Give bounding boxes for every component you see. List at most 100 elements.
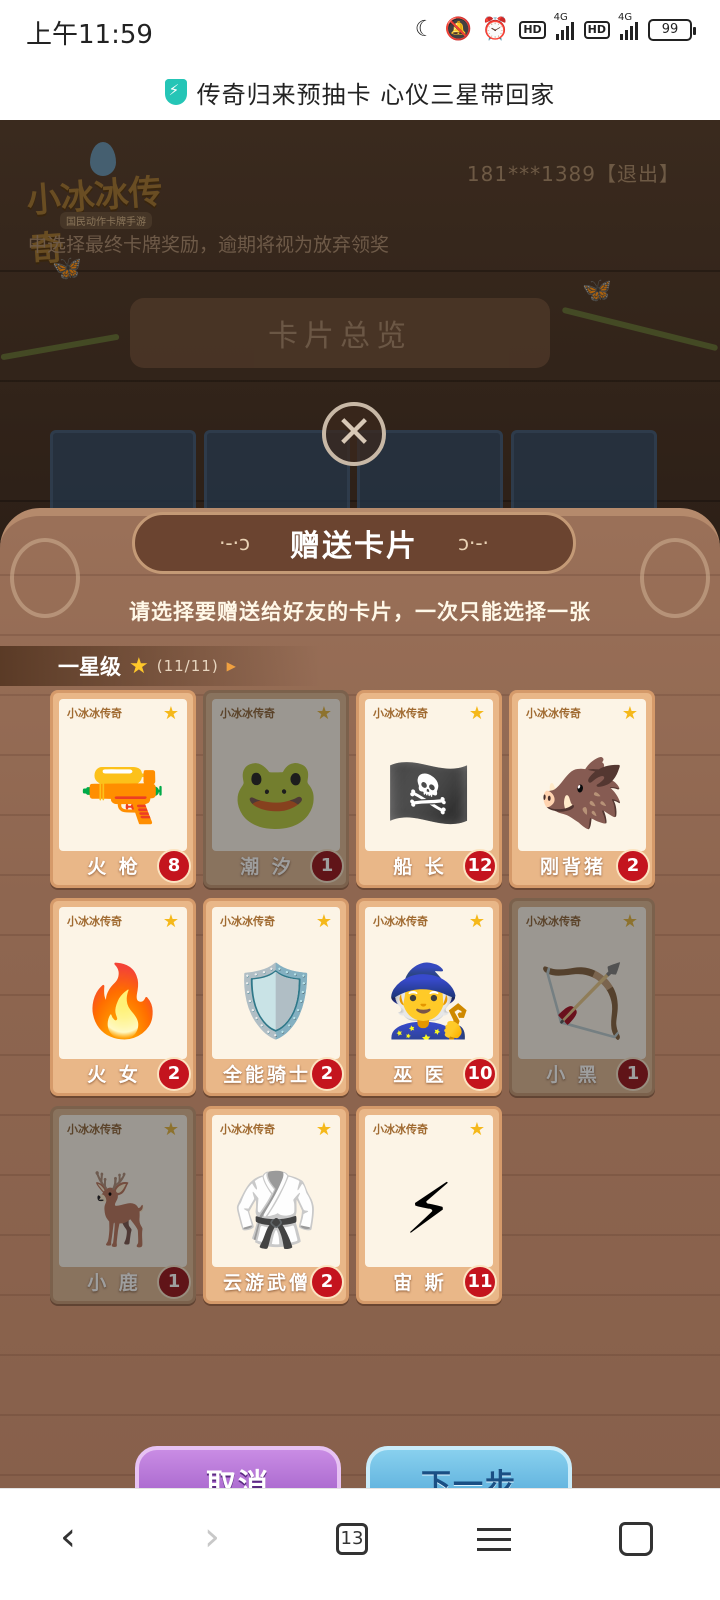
hd-badge: HD — [519, 21, 546, 39]
back-button[interactable]: ‹ — [28, 1507, 108, 1567]
moon-icon: ☾ — [414, 17, 435, 42]
card-art-area: 小冰冰传奇 ★ 🐸 — [212, 699, 340, 851]
menu-button[interactable] — [454, 1507, 534, 1567]
hero-card[interactable]: 小冰冰传奇 ★ 🧙 巫 医 10 — [356, 898, 502, 1096]
card-count-badge: 1 — [616, 1057, 650, 1091]
hero-portrait: 🥋 — [232, 1168, 320, 1251]
signal-icon-2: 4G — [618, 12, 638, 40]
tier-header[interactable]: 一星级 ★ (11/11) ▶ — [0, 646, 320, 686]
card-art-area: 小冰冰传奇 ★ 🧙 — [365, 907, 493, 1059]
card-art-area: 小冰冰传奇 ★ 🔥 — [59, 907, 187, 1059]
card-count-badge: 2 — [310, 1265, 344, 1299]
game-logo: 小冰冰传奇 国民动作卡牌手游 — [25, 142, 178, 270]
card-name: 巫 医 — [393, 1064, 447, 1086]
hero-card[interactable]: 小冰冰传奇 ★ 🐗 刚背猪 2 — [509, 690, 655, 888]
card-name: 船 长 — [393, 856, 447, 878]
hero-card[interactable]: 小冰冰传奇 ★ 🛡️ 全能骑士 2 — [203, 898, 349, 1096]
hero-portrait: 🏹 — [538, 960, 626, 1043]
hero-card[interactable]: 小冰冰传奇 ★ 🐸 潮 汐 1 — [203, 690, 349, 888]
tabs-icon: 13 — [336, 1523, 368, 1555]
status-icons: ☾ 🔕 ⏰ HD 4G HD 4G 99 — [414, 12, 696, 42]
mini-logo: 小冰冰传奇 — [373, 707, 428, 720]
card-count-badge: 8 — [157, 849, 191, 883]
card-art-area: 小冰冰传奇 ★ 🐗 — [518, 699, 646, 851]
instruction-text: 请选择要赠送给好友的卡片，一次只能选择一张 — [129, 600, 591, 624]
card-count-badge: 10 — [463, 1057, 497, 1091]
hero-card[interactable]: 小冰冰传奇 ★ 🔥 火 女 2 — [50, 898, 196, 1096]
hero-portrait: 🐸 — [232, 752, 320, 835]
star-icon: ★ — [315, 1119, 332, 1140]
forward-button[interactable]: › — [172, 1507, 252, 1567]
page-title: 传奇归来预抽卡 心仪三星带回家 — [196, 80, 556, 109]
hero-portrait: 🦌 — [79, 1168, 167, 1251]
star-icon: ★ — [621, 911, 638, 932]
alarm-icon: ⏰ — [481, 17, 510, 42]
card-art-area: 小冰冰传奇 ★ 🛡️ — [212, 907, 340, 1059]
scroll-ornament-icon: ·-·ↄ — [219, 531, 250, 555]
hero-card[interactable]: 小冰冰传奇 ★ 🏹 小 黑 1 — [509, 898, 655, 1096]
card-art-area: 小冰冰传奇 ★ 🏴‍☠️ — [365, 699, 493, 851]
mini-logo: 小冰冰传奇 — [526, 915, 581, 928]
hero-portrait: 🐗 — [538, 752, 626, 835]
hero-card[interactable]: 小冰冰传奇 ★ ⚡ 宙 斯 11 — [356, 1106, 502, 1304]
star-icon: ★ — [129, 653, 149, 679]
mini-logo: 小冰冰传奇 — [220, 707, 275, 720]
star-icon: ★ — [315, 911, 332, 932]
card-name: 小 鹿 — [87, 1272, 141, 1294]
hero-portrait: 🧙 — [385, 960, 473, 1043]
browser-nav-bar: ‹ › 13 — [0, 1488, 720, 1600]
star-icon: ★ — [162, 703, 179, 724]
gift-card-dialog: ·-·ↄ 赠送卡片 ↄ·-· 请选择要赠送给好友的卡片，一次只能选择一张 一星级… — [0, 508, 720, 1488]
card-count-badge: 12 — [463, 849, 497, 883]
home-icon — [619, 1522, 653, 1556]
game-page: 小冰冰传奇 国民动作卡牌手游 181***1389【退出】 中选择最终卡牌奖励，… — [0, 120, 720, 1488]
dialog-title: ·-·ↄ 赠送卡片 ↄ·-· — [132, 512, 576, 574]
bell-off-icon: 🔕 — [444, 17, 472, 42]
mini-logo: 小冰冰传奇 — [373, 1123, 428, 1136]
star-icon: ★ — [162, 1119, 179, 1140]
mini-logo: 小冰冰传奇 — [373, 915, 428, 928]
status-time: 上午11:59 — [26, 20, 153, 50]
hero-portrait: 🛡️ — [232, 960, 320, 1043]
chevron-left-icon: ‹ — [60, 1514, 76, 1560]
cancel-button[interactable]: 取消 — [135, 1446, 341, 1488]
security-shield-icon — [164, 79, 187, 105]
hd-badge-2: HD — [583, 21, 610, 39]
hero-card[interactable]: 小冰冰传奇 ★ 🏴‍☠️ 船 长 12 — [356, 690, 502, 888]
hero-card[interactable]: 小冰冰传奇 ★ 🥋 云游武僧 2 — [203, 1106, 349, 1304]
hero-portrait: 🔫 — [79, 752, 167, 835]
arrow-right-icon: ▶ — [226, 659, 236, 673]
hero-card[interactable]: 小冰冰传奇 ★ 🔫 火 枪 8 — [50, 690, 196, 888]
next-step-button[interactable]: 下一步 — [366, 1446, 572, 1488]
battery-icon: 99 — [648, 19, 696, 41]
browser-title-bar: 传奇归来预抽卡 心仪三星带回家 — [0, 64, 720, 120]
card-count-badge: 1 — [310, 849, 344, 883]
card-art-area: 小冰冰传奇 ★ 🦌 — [59, 1115, 187, 1267]
butterfly-icon: 🦋 — [52, 254, 82, 282]
hero-card[interactable]: 小冰冰传奇 ★ 🦌 小 鹿 1 — [50, 1106, 196, 1304]
star-icon: ★ — [468, 1119, 485, 1140]
card-name: 潮 汐 — [240, 856, 294, 878]
card-count-badge: 2 — [616, 849, 650, 883]
home-button[interactable] — [596, 1507, 676, 1567]
tabs-button[interactable]: 13 — [312, 1507, 392, 1567]
card-name: 全能骑士 — [222, 1064, 311, 1086]
card-name: 宙 斯 — [393, 1272, 447, 1294]
hero-portrait: 🔥 — [79, 960, 167, 1043]
mini-logo: 小冰冰传奇 — [220, 915, 275, 928]
star-icon: ★ — [621, 703, 638, 724]
signal-icon: 4G — [554, 12, 574, 40]
notice-text: 中选择最终卡牌奖励，逾期将视为放弃领奖 — [28, 234, 390, 256]
chevron-right-icon: › — [204, 1514, 220, 1560]
card-count-badge: 1 — [157, 1265, 191, 1299]
card-art-area: 小冰冰传奇 ★ 🔫 — [59, 699, 187, 851]
star-icon: ★ — [162, 911, 179, 932]
card-art-area: 小冰冰传奇 ★ 🥋 — [212, 1115, 340, 1267]
card-name: 云游武僧 — [222, 1272, 311, 1294]
star-icon: ★ — [468, 703, 485, 724]
account-logout[interactable]: 181***1389【退出】 — [467, 158, 680, 187]
close-button[interactable]: ✕ — [322, 402, 386, 466]
card-count-badge: 2 — [310, 1057, 344, 1091]
card-count-badge: 2 — [157, 1057, 191, 1091]
mini-logo: 小冰冰传奇 — [67, 1123, 122, 1136]
